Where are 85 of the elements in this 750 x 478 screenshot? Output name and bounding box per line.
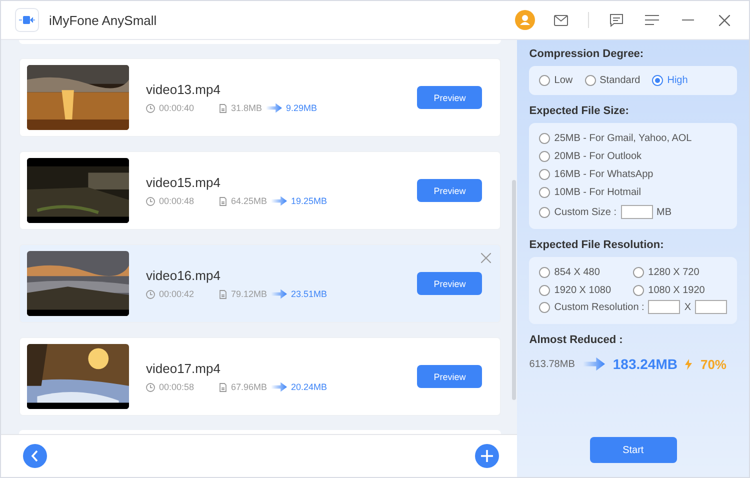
- compressed-total: 183.24MB: [612, 356, 678, 372]
- section-title: Expected File Size:: [529, 105, 630, 117]
- video-name: video15.mp4: [146, 175, 222, 190]
- file-icon: [219, 382, 227, 392]
- option-label[interactable]: 1920 X 1080: [554, 285, 611, 296]
- arrow-icon: [271, 289, 288, 299]
- duration-text: 00:00:42: [159, 289, 196, 299]
- width-input-field[interactable]: [648, 300, 680, 314]
- account-button[interactable]: [512, 7, 538, 33]
- radio-button[interactable]: [539, 302, 550, 312]
- radio-button[interactable]: [539, 151, 550, 162]
- option-label[interactable]: Custom Size :: [554, 206, 617, 218]
- arrow-icon: [271, 196, 288, 206]
- radio-button[interactable]: [539, 206, 550, 218]
- radio-button[interactable]: [539, 267, 550, 278]
- add-button[interactable]: [475, 444, 500, 468]
- video-name: video16.mp4: [146, 268, 222, 283]
- option-label[interactable]: 1080 X 1920: [648, 285, 705, 296]
- clock-icon: [146, 382, 155, 392]
- original-size: 67.96MB: [231, 382, 268, 392]
- clock-icon: [146, 104, 155, 112]
- file-icon: [219, 290, 227, 298]
- preview-button[interactable]: Preview: [417, 365, 482, 388]
- video-name: video17.mp4: [146, 361, 222, 376]
- scrollbar[interactable]: [512, 180, 516, 400]
- chevron-left-icon: [31, 450, 39, 462]
- app-logo-icon: [15, 8, 39, 32]
- option-label[interactable]: Low: [554, 75, 573, 86]
- size-input-field[interactable]: [620, 205, 653, 219]
- option-label[interactable]: 10MB - For Hotmail: [554, 187, 641, 198]
- compressed-size: 20.24MB: [291, 382, 328, 392]
- option-label[interactable]: 25MB - For Gmail, Yahoo, AOL: [554, 133, 692, 144]
- video-card[interactable]: video16.mp4 00:00:42 79.12MB 23.51MB Preview: [19, 244, 502, 323]
- preview-button[interactable]: Preview: [417, 86, 482, 109]
- unit-label: MB: [656, 206, 672, 218]
- option-label[interactable]: Standard: [600, 75, 640, 86]
- clock-icon: [146, 196, 155, 206]
- radio-button[interactable]: [539, 285, 550, 296]
- original-size: 31.8MB: [231, 103, 262, 113]
- radio-button[interactable]: [539, 169, 550, 180]
- option-label[interactable]: 854 X 480: [554, 267, 600, 278]
- window-title: iMyFone AnySmall: [49, 12, 158, 28]
- original-total: 613.78MB: [529, 358, 575, 370]
- option-label[interactable]: 20MB - For Outlook: [554, 151, 642, 162]
- remove-icon[interactable]: [480, 251, 492, 263]
- file-icon: [219, 196, 227, 206]
- arrow-icon: [266, 103, 282, 113]
- option-label[interactable]: 1280 X 720: [648, 267, 700, 278]
- radio-button[interactable]: [539, 75, 550, 86]
- option-label[interactable]: Custom Resolution :: [554, 302, 644, 312]
- duration-text: 00:00:48: [159, 196, 196, 206]
- lightning-icon: [685, 358, 692, 370]
- preview-button[interactable]: Preview: [417, 272, 482, 295]
- radio-button[interactable]: [539, 133, 550, 144]
- duration-text: 00:00:40: [159, 103, 196, 113]
- video-card[interactable]: video17.mp4 00:00:58 67.96MB 20.24MB Preview: [19, 337, 502, 416]
- original-size: 64.25MB: [231, 196, 268, 206]
- file-icon: [219, 104, 227, 112]
- video-card[interactable]: video13.mp4 00:00:40 31.8MB 9.29MB Preview: [19, 58, 502, 137]
- section-title: Almost Reduced :: [529, 334, 624, 346]
- radio-button[interactable]: [652, 75, 664, 86]
- separator-label: X: [684, 302, 691, 312]
- video-name: video13.mp4: [146, 82, 222, 97]
- back-button[interactable]: [23, 444, 47, 468]
- section-title: Compression Degree:: [529, 48, 645, 60]
- option-label[interactable]: 16MB - For WhatsApp: [554, 169, 654, 180]
- original-size: 79.12MB: [231, 289, 268, 299]
- arrow-icon: [271, 382, 288, 392]
- height-input-field[interactable]: [695, 300, 727, 314]
- preview-button[interactable]: Preview: [417, 179, 482, 202]
- section-title: Expected File Resolution:: [529, 239, 665, 251]
- arrow-icon: [582, 357, 605, 371]
- radio-button[interactable]: [539, 187, 550, 198]
- video-card[interactable]: video15.mp4 00:00:48 64.25MB 19.25MB Preview: [19, 151, 502, 230]
- plus-icon: [481, 450, 494, 462]
- duration-text: 00:00:58: [159, 382, 196, 392]
- compressed-size: 9.29MB: [286, 103, 318, 113]
- reduction-percent: 70%: [700, 356, 726, 372]
- compressed-size: 19.25MB: [291, 196, 328, 206]
- radio-button[interactable]: [584, 75, 596, 86]
- radio-button[interactable]: [633, 267, 644, 278]
- clock-icon: [146, 290, 155, 298]
- radio-button[interactable]: [633, 285, 644, 296]
- compressed-size: 23.51MB: [291, 289, 328, 299]
- start-button[interactable]: Start: [590, 437, 677, 463]
